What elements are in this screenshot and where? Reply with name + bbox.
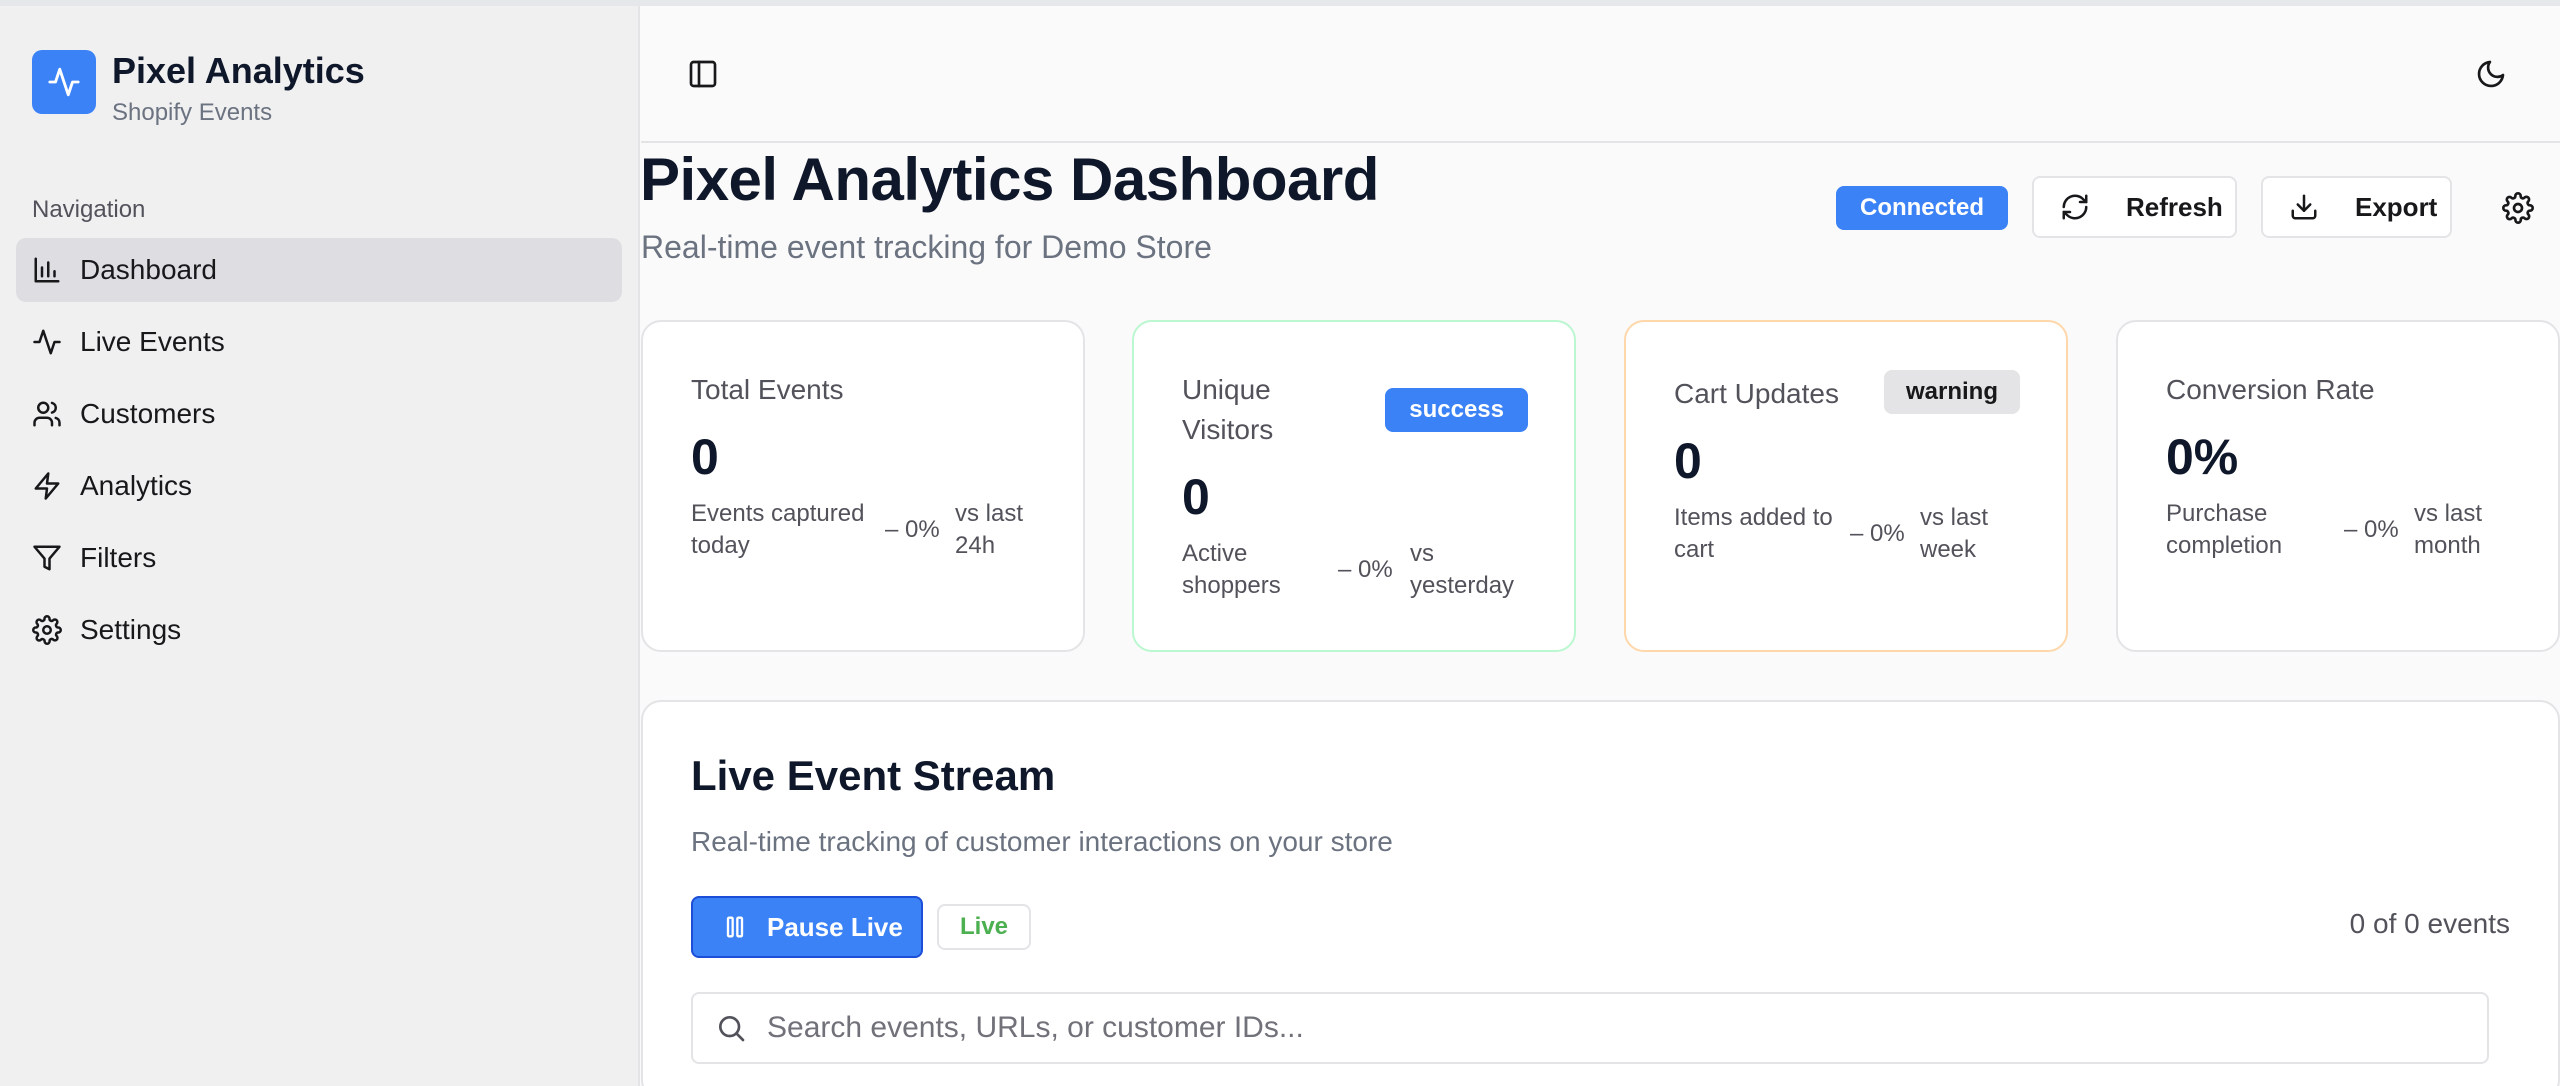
export-label: Export [2355,191,2438,222]
stat-title: Unique Visitors [1182,374,1274,445]
activity-icon [48,67,80,97]
stat-title: Cart Updates [1674,378,1839,409]
brand-subtitle: Shopify Events [112,99,273,126]
stat-description: Events captured today [691,500,865,559]
moon-icon [2477,60,2505,88]
stat-card-total-events: Total Events 0 Events captured today – 0… [641,320,1085,652]
sidebar-item-label: Customers [80,398,216,429]
event-count: 0 of 0 events [2349,908,2510,939]
stat-value: 0 [1182,469,1210,525]
sidebar-toggle-button[interactable] [681,52,725,96]
stat-title: Conversion Rate [2166,374,2375,405]
status-badge-success: success [1385,388,1528,432]
stat-comparison: vs last month [2414,500,2483,559]
gear-icon [2502,192,2534,224]
page-subtitle: Real-time event tracking for Demo Store [641,229,1212,265]
stat-card-cart-updates: Cart Updates warning 0 Items added to ca… [1624,320,2068,652]
download-icon [2291,194,2317,220]
stream-subtitle: Real-time tracking of customer interacti… [691,826,1393,857]
live-status-badge: Live [937,904,1031,950]
brand-title: Pixel Analytics [112,50,365,91]
connection-status-badge: Connected [1836,186,2008,230]
sidebar-toggle-icon [689,60,717,88]
brand[interactable]: Pixel Analytics Shopify Events [32,50,365,130]
bar-chart-icon [34,257,60,283]
stat-comparison: vs last week [1920,504,1989,563]
sidebar-item-customers[interactable]: Customers [16,382,622,446]
sidebar-item-settings[interactable]: Settings [16,598,622,662]
sidebar-item-label: Filters [80,542,157,573]
sidebar-nav: Dashboard Live Events Customers Analytic… [16,238,622,670]
stat-change: – 0% [1338,556,1393,583]
sidebar-item-label: Settings [80,614,182,645]
pause-icon [726,916,744,938]
zap-icon [34,472,60,500]
search-box[interactable] [691,992,2489,1064]
live-event-stream-panel: Live Event Stream Real-time tracking of … [641,700,2560,1086]
nav-section-label: Navigation [32,196,146,223]
top-bar [641,6,2560,143]
sidebar-item-filters[interactable]: Filters [16,526,622,590]
stat-change: – 0% [2344,516,2399,543]
stat-value: 0 [691,429,719,485]
search-input[interactable] [767,1011,2367,1045]
activity-icon [33,329,61,355]
refresh-icon [2062,194,2088,220]
status-badge-warning: warning [1883,370,2020,414]
sidebar-item-live-events[interactable]: Live Events [16,310,622,374]
pause-live-label: Pause Live [767,911,903,942]
pause-live-button[interactable]: Pause Live [691,896,923,958]
stat-title: Total Events [691,374,844,405]
sidebar-item-dashboard[interactable]: Dashboard [16,238,622,302]
users-icon [33,401,61,427]
sidebar-item-label: Dashboard [80,254,217,285]
sidebar-item-label: Live Events [80,326,225,357]
refresh-label: Refresh [2126,191,2223,222]
stat-description: Active shoppers [1182,540,1281,599]
stat-comparison: vs yesterday [1410,540,1515,599]
page-title: Pixel Analytics Dashboard [640,146,1379,213]
stat-value: 0 [1674,433,1702,489]
stat-description: Items added to cart [1674,504,1833,563]
brand-logo [32,50,96,114]
stat-change: – 0% [1850,520,1905,547]
theme-toggle-button[interactable] [2469,52,2513,96]
sidebar: Pixel Analytics Shopify Events Navigatio… [0,6,640,1086]
settings-button[interactable] [2496,186,2540,230]
stream-title: Live Event Stream [691,752,1056,799]
stat-value: 0% [2166,429,2239,485]
filter-icon [33,545,61,571]
stat-comparison: vs last 24h [955,500,1024,559]
gear-icon [32,615,62,645]
sidebar-item-analytics[interactable]: Analytics [16,454,622,518]
stat-card-unique-visitors: Unique Visitors success 0 Active shopper… [1132,320,1576,652]
stat-change: – 0% [885,516,940,543]
stat-card-conversion-rate: Conversion Rate 0% Purchase completion –… [2116,320,2560,652]
sidebar-item-label: Analytics [80,470,193,501]
stat-description: Purchase completion [2166,500,2283,559]
refresh-button[interactable]: Refresh [2032,176,2237,238]
export-button[interactable]: Export [2261,176,2452,238]
search-icon [719,1016,745,1042]
